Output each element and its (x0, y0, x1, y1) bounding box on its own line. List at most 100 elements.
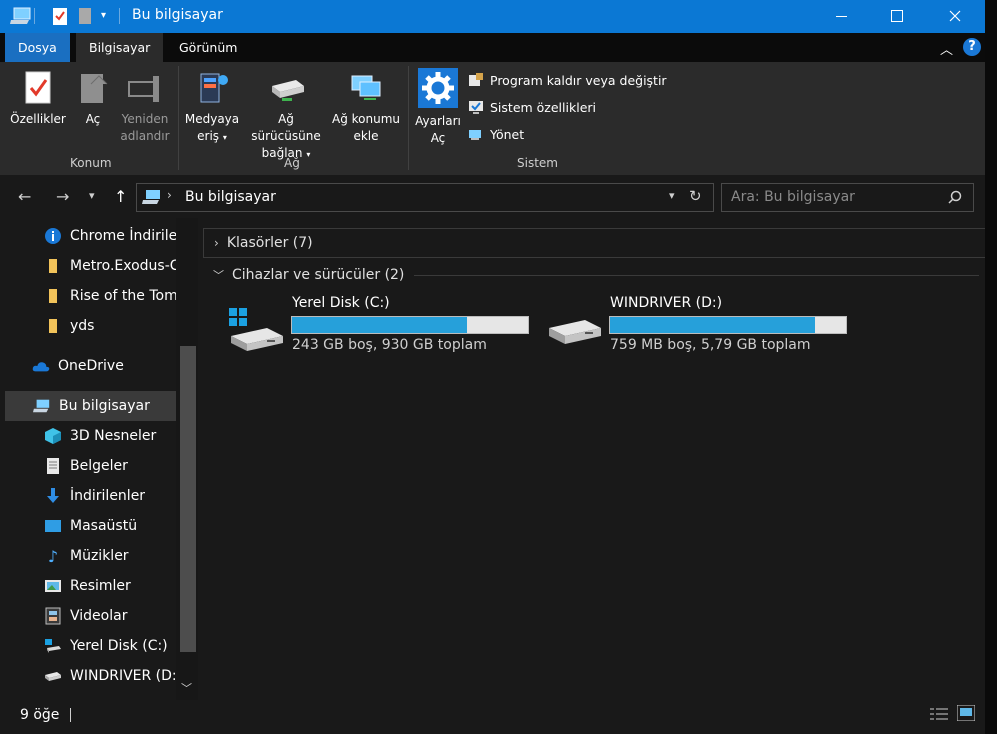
nav-item-resimler[interactable]: Resimler (0, 571, 176, 601)
nav-item-metro-exodus[interactable]: Metro.Exodus-CPY (0, 251, 176, 281)
rename-button[interactable]: Yeniden adlandır (118, 70, 172, 145)
collapse-ribbon-icon[interactable]: ︿ (940, 39, 953, 58)
map-network-drive-button[interactable]: Ağ sürücüsüne bağlan ▾ (242, 70, 330, 163)
nav-item-label: WINDRIVER (D:) (70, 668, 176, 684)
add-network-location-button[interactable]: Ağ konumu ekle (332, 70, 400, 145)
nav-item-label: İndirilenler (70, 488, 146, 504)
minimize-button[interactable] (818, 0, 864, 32)
drive-usage-fill (292, 317, 467, 333)
settings-label-line1: Ayarları (415, 114, 461, 128)
media-access-button[interactable]: Medyaya eriş ▾ (184, 70, 240, 146)
drive-info: 243 GB boş, 930 GB toplam (292, 337, 487, 353)
forward-arrow-icon[interactable]: → (56, 187, 69, 206)
up-arrow-icon[interactable]: ↑ (114, 187, 127, 206)
nav-item-label: Masaüstü (70, 518, 138, 534)
manage-icon (469, 130, 481, 140)
title-bar: ▾ Bu bilgisayar (0, 0, 985, 33)
drive-tile-c[interactable]: Yerel Disk (C:) 243 GB boş, 930 GB topla… (225, 294, 545, 358)
breadcrumb[interactable]: Bu bilgisayar (185, 189, 276, 205)
group-label-sistem: Sistem (517, 156, 558, 170)
tab-dosya[interactable]: Dosya (5, 33, 70, 62)
system-properties-button[interactable]: Sistem özellikleri (468, 99, 596, 115)
breadcrumb-chevron-icon[interactable]: › (167, 188, 172, 202)
nav-item-indirilenler[interactable]: İndirilenler (0, 481, 176, 511)
ribbon-tabs: Dosya Bilgisayar Görünüm ︿ ? (0, 33, 985, 62)
group-header-devices[interactable]: ﹀ Cihazlar ve sürücüler (2) (203, 261, 985, 289)
nav-item-muzikler[interactable]: ♪ Müzikler (0, 541, 176, 571)
drive-usage-bar (609, 316, 847, 334)
address-bar[interactable]: › Bu bilgisayar ▾ ↻ (136, 183, 714, 212)
divider (70, 708, 71, 722)
group-label-ag: Ağ (284, 156, 300, 170)
media-label-line2: eriş ▾ (197, 129, 227, 143)
properties-icon (25, 71, 51, 104)
manage-button[interactable]: Yönet (468, 126, 524, 142)
pictures-icon (44, 577, 62, 595)
ribbon: Özellikler Aç Yeniden adlandır Konum Med… (0, 62, 985, 176)
group-header-folders[interactable]: › Klasörler (7) (203, 228, 987, 258)
close-button[interactable] (932, 0, 978, 32)
nav-item-label: Belgeler (70, 458, 128, 474)
nav-item-onedrive[interactable]: OneDrive (0, 351, 176, 381)
open-label: Aç (85, 112, 101, 126)
nav-item-windriver-d[interactable]: WINDRIVER (D:) (0, 661, 176, 691)
nav-item-3d-nesneler[interactable]: 3D Nesneler (0, 421, 176, 451)
customize-toolbar-icon[interactable]: ▾ (101, 10, 106, 21)
properties-label: Özellikler (10, 112, 66, 126)
maximize-button[interactable] (874, 0, 920, 32)
nav-item-yds[interactable]: yds (0, 311, 176, 341)
open-button[interactable]: Aç (76, 70, 110, 128)
folder-icon (44, 287, 62, 305)
divider (34, 8, 35, 24)
scrollbar-thumb[interactable] (180, 346, 196, 652)
address-history-chevron-icon[interactable]: ▾ (669, 189, 675, 202)
nav-item-chrome-indirilenler[interactable]: Chrome İndirilenler (0, 221, 176, 251)
group-label: Cihazlar ve sürücüler (2) (232, 267, 405, 283)
ribbon-separator (408, 66, 409, 170)
nav-item-belgeler[interactable]: Belgeler (0, 451, 176, 481)
refresh-icon[interactable]: ↻ (689, 187, 702, 205)
group-label-konum: Konum (70, 156, 112, 170)
recent-locations-chevron-icon[interactable]: ▾ (89, 189, 95, 202)
nav-item-label: OneDrive (58, 358, 124, 374)
drive-usage-bar (291, 316, 529, 334)
details-view-icon[interactable] (930, 707, 948, 725)
nav-item-masaustu[interactable]: Masaüstü (0, 511, 176, 541)
folder-icon (44, 257, 62, 275)
drive-tile-d[interactable]: WINDRIVER (D:) 759 MB boş, 5,79 GB topla… (543, 294, 863, 358)
nav-item-videolar[interactable]: Videolar (0, 601, 176, 631)
tab-gorunum[interactable]: Görünüm (166, 33, 250, 62)
large-icons-view-icon[interactable] (956, 704, 976, 725)
search-input[interactable]: Ara: Bu bilgisayar (731, 189, 855, 205)
nav-item-yerel-disk-c[interactable]: Yerel Disk (C:) (0, 631, 176, 661)
desktop-icon (44, 517, 62, 535)
back-arrow-icon[interactable]: ← (18, 187, 31, 206)
network-drive-icon (272, 80, 304, 101)
info-icon (44, 227, 62, 245)
nav-item-rise-of-the-tomb-raider[interactable]: Rise of the Tomb Raider (0, 281, 176, 311)
computer-icon (33, 397, 51, 415)
scroll-down-chevron-icon[interactable]: ﹀ (181, 680, 192, 696)
sysprops-label: Sistem özellikleri (490, 99, 596, 115)
window-title: Bu bilgisayar (132, 7, 223, 23)
properties-quick-icon[interactable] (52, 6, 68, 30)
navigation-scrollbar[interactable]: ﹀ (176, 218, 198, 700)
media-server-icon (200, 73, 228, 103)
map-label-line1: Ağ sürücüsüne (251, 112, 321, 143)
nav-item-bu-bilgisayar[interactable]: Bu bilgisayar (5, 391, 176, 421)
uninstall-program-button[interactable]: Program kaldır veya değiştir (468, 72, 667, 88)
search-box[interactable]: Ara: Bu bilgisayar (721, 183, 974, 212)
properties-button[interactable]: Özellikler (8, 70, 68, 128)
open-settings-button[interactable]: Ayarları Aç (412, 68, 464, 147)
nav-item-label: 3D Nesneler (70, 428, 157, 444)
nav-item-label: Rise of the Tomb Raider (70, 288, 176, 304)
windows-drive-icon (44, 637, 62, 655)
download-arrow-icon (44, 487, 62, 505)
drive-icon (44, 667, 62, 685)
tab-bilgisayar[interactable]: Bilgisayar (76, 33, 164, 62)
help-icon[interactable]: ? (963, 38, 981, 56)
nav-item-label: Resimler (70, 578, 131, 594)
cloud-icon (32, 357, 50, 375)
new-folder-quick-icon[interactable] (78, 6, 94, 30)
open-icon (81, 74, 108, 103)
